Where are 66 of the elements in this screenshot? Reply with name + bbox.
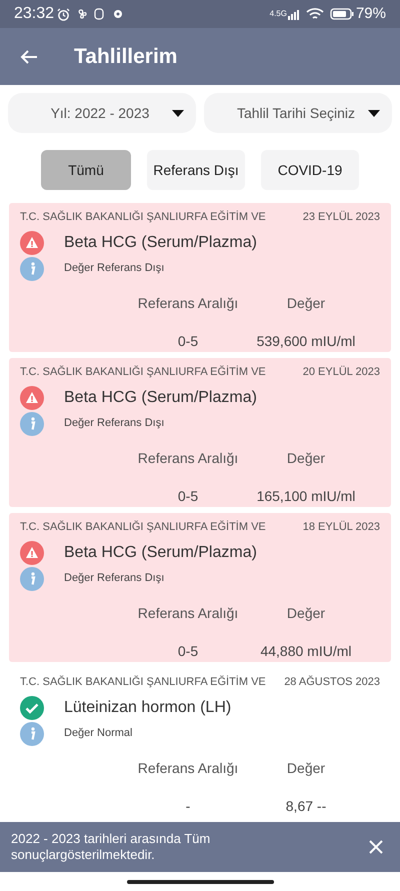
dropdown[interactable]: Tahlil Tarihi Seçiniz bbox=[204, 93, 392, 133]
info-icon bbox=[20, 412, 44, 436]
column-header: Referans Aralığı bbox=[136, 604, 240, 623]
result-value: 8,67 -- bbox=[284, 796, 328, 816]
column-header: Referans Aralığı bbox=[136, 758, 240, 778]
column-header: Referans Aralığı bbox=[136, 294, 240, 313]
result-value: 539,600 mIU/ml bbox=[256, 332, 356, 350]
settings-icon bbox=[112, 8, 124, 20]
warning-icon bbox=[20, 540, 44, 564]
alarm-icon bbox=[57, 8, 70, 20]
test-name: Beta HCG (Serum/Plazma) bbox=[64, 542, 257, 562]
back-button[interactable] bbox=[20, 48, 38, 66]
close-icon bbox=[368, 839, 384, 855]
column-header: Değer bbox=[286, 294, 326, 313]
hospital-name: T.C. SAĞLIK BAKANLIĞI ŞANLIURFA EĞİTİM VE bbox=[20, 520, 266, 535]
result-date: 20 EYLÜL 2023 bbox=[302, 364, 380, 380]
reference-range: - bbox=[184, 796, 192, 816]
result-card[interactable]: T.C. SAĞLIK BAKANLIĞI ŞANLIURFA EĞİTİM VE 20 EYLÜL 2023 Beta HCG (Serum/Plazma) Değer Referans Dışı Referans Aralığı Değer 0-5 165,100 mIU/ml bbox=[9, 358, 391, 507]
result-value: 165,100 mIU/ml bbox=[256, 486, 356, 506]
wifi-icon bbox=[306, 8, 324, 20]
reference-range: 0-5 bbox=[176, 642, 200, 660]
column-header: Değer bbox=[286, 758, 326, 778]
sim-icon bbox=[94, 8, 104, 20]
status-text: Değer Referans Dışı bbox=[64, 261, 164, 276]
fan-icon bbox=[76, 8, 88, 20]
column-header: Değer bbox=[286, 604, 326, 623]
result-date: 18 EYLÜL 2023 bbox=[302, 520, 380, 535]
result-date: 28 AĞUSTOS 2023 bbox=[284, 674, 380, 690]
reference-range: 0-5 bbox=[176, 332, 200, 350]
filter-tab[interactable]: Referans Dışı bbox=[147, 150, 245, 190]
result-date: 23 EYLÜL 2023 bbox=[302, 210, 380, 225]
hospital-name: T.C. SAĞLIK BAKANLIĞI ŞANLIURFA EĞİTİM VE bbox=[20, 210, 266, 225]
dropdown[interactable]: Yıl: 2022 - 2023 bbox=[8, 93, 196, 133]
test-name: Lüteinizan hormon (LH) bbox=[64, 698, 232, 718]
close-button[interactable] bbox=[368, 839, 384, 855]
test-name: Beta HCG (Serum/Plazma) bbox=[64, 232, 257, 252]
battery-icon bbox=[330, 8, 354, 20]
warning-icon bbox=[20, 386, 44, 410]
result-card[interactable]: T.C. SAĞLIK BAKANLIĞI ŞANLIURFA EĞİTİM VE 23 EYLÜL 2023 Beta HCG (Serum/Plazma) Değer Referans Dışı Referans Aralığı Değer 0-5 539,600 mIU/ml bbox=[9, 203, 391, 352]
status-text: Değer Referans Dışı bbox=[64, 416, 164, 432]
clock-time: 23:32 bbox=[14, 4, 54, 24]
back-arrow-icon bbox=[20, 48, 38, 64]
reference-range: 0-5 bbox=[176, 486, 200, 506]
dropdown-caret-icon bbox=[172, 110, 184, 116]
status-text: Değer Referans Dışı bbox=[64, 571, 164, 586]
warning-icon bbox=[20, 230, 44, 254]
info-icon bbox=[20, 256, 44, 280]
filter-tab[interactable]: COVID-19 bbox=[261, 150, 359, 190]
signal-icon bbox=[288, 8, 300, 20]
status-text: Değer Normal bbox=[64, 726, 132, 742]
column-header: Değer bbox=[286, 448, 326, 468]
result-card[interactable]: T.C. SAĞLIK BAKANLIĞI ŞANLIURFA EĞİTİM VE 18 EYLÜL 2023 Beta HCG (Serum/Plazma) Değer Referans Dışı Referans Aralığı Değer 0-5 44,880 mIU/ml bbox=[9, 513, 391, 662]
check-icon bbox=[20, 696, 44, 720]
snackbar-message: 2022 - 2023 tarihleri arasında Tüm sonuçlargösterilmektedir. bbox=[11, 831, 212, 863]
hospital-name: T.C. SAĞLIK BAKANLIĞI ŞANLIURFA EĞİTİM VE bbox=[20, 364, 266, 380]
screen-title: Tahlillerim bbox=[74, 44, 178, 70]
info-icon bbox=[20, 566, 44, 590]
column-header: Referans Aralığı bbox=[136, 448, 240, 468]
hospital-name: T.C. SAĞLIK BAKANLIĞI ŞANLIURFA EĞİTİM VE bbox=[20, 674, 266, 690]
info-icon bbox=[20, 722, 44, 746]
battery-percent: 79% bbox=[356, 4, 386, 24]
result-value: 44,880 mIU/ml bbox=[259, 642, 353, 660]
network-label: 4.5G bbox=[270, 10, 287, 18]
test-name: Beta HCG (Serum/Plazma) bbox=[64, 388, 257, 408]
dropdown-caret-icon bbox=[368, 110, 380, 116]
filter-tab[interactable]: Tümü bbox=[41, 150, 131, 190]
